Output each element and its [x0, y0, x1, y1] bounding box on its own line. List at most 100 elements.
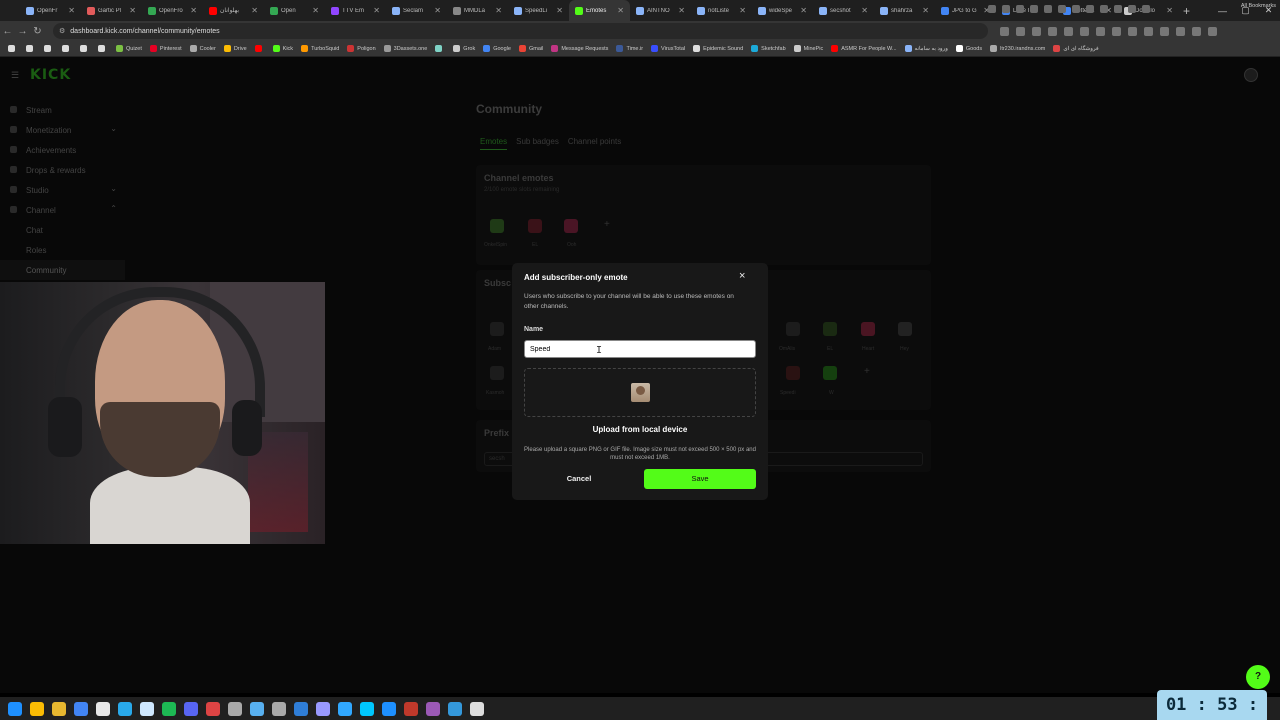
close-tab-icon[interactable]: ✕ [251, 6, 264, 15]
close-tab-icon[interactable]: ✕ [434, 6, 447, 15]
tray-icon[interactable] [1100, 5, 1108, 13]
bookmark-item[interactable]: MinePic [790, 45, 828, 52]
kick-logo[interactable]: KICK [30, 67, 71, 83]
new-tab-icon[interactable]: + [1183, 4, 1190, 18]
close-tab-icon[interactable]: ✕ [617, 6, 630, 15]
bookmark-item[interactable]: Quizet [112, 45, 146, 52]
sidebar-item-roles[interactable]: Roles [0, 240, 125, 260]
tray-icon[interactable] [1072, 5, 1080, 13]
browser-tab[interactable]: Gartic Pl ✕ [81, 0, 142, 21]
browser-tab[interactable]: Open ✕ [264, 0, 325, 21]
browser-tab[interactable]: TTV Em ✕ [325, 0, 386, 21]
extension-icon[interactable] [1176, 26, 1185, 36]
bookmark-item[interactable]: 3Dassets.one [380, 45, 432, 52]
back-icon[interactable]: ← [0, 26, 15, 37]
close-tab-icon[interactable]: ✕ [495, 6, 508, 15]
all-bookmarks-link[interactable]: All Bookmarks [1241, 3, 1276, 9]
browser-tab[interactable]: OpenFr ✕ [20, 0, 81, 21]
taskbar-app-icon[interactable] [118, 701, 132, 716]
bookmark-item[interactable]: TurboSquid [297, 45, 343, 52]
emote-thumbnail[interactable] [861, 322, 875, 336]
emote-thumbnail[interactable] [786, 366, 800, 380]
browser-tab[interactable]: OpenFro ✕ [142, 0, 203, 21]
tray-icon[interactable] [1128, 5, 1136, 13]
bookmark-item[interactable]: ltr230.irandns.com [986, 45, 1049, 52]
help-chat-button[interactable]: ? [1246, 665, 1270, 689]
extension-icon[interactable] [1032, 26, 1041, 36]
save-button[interactable]: Save [644, 469, 756, 489]
tray-icon[interactable] [1002, 5, 1010, 13]
taskbar-app-icon[interactable] [162, 701, 176, 716]
taskbar-app-icon[interactable] [316, 701, 330, 716]
bookmark-item[interactable]: ورود به سامانه [901, 45, 952, 52]
taskbar-app-icon[interactable] [52, 701, 66, 716]
sidebar-item-stream[interactable]: Stream [0, 100, 125, 120]
taskbar-app-icon[interactable] [404, 701, 418, 716]
bookmark-item[interactable]: Google [479, 45, 515, 52]
emote-thumbnail[interactable] [898, 322, 912, 336]
browser-tab[interactable]: JPG to G ✕ [935, 0, 996, 21]
browser-tab[interactable]: بهلوانان ✕ [203, 0, 264, 21]
emote-name-input[interactable] [524, 340, 756, 358]
close-tab-icon[interactable]: ✕ [739, 6, 752, 15]
extension-icon[interactable] [1128, 26, 1137, 36]
bookmark-item[interactable]: Poligon [343, 45, 379, 52]
close-tab-icon[interactable]: ✕ [800, 6, 813, 15]
bookmark-item[interactable]: Sketchfab [747, 45, 789, 52]
tray-icon[interactable] [1114, 5, 1122, 13]
tray-icon[interactable] [1058, 5, 1066, 13]
emote-thumbnail[interactable] [490, 366, 504, 380]
bookmark-item[interactable]: Pinterest [146, 45, 186, 52]
extension-icon[interactable] [1144, 26, 1153, 36]
taskbar-app-icon[interactable] [184, 701, 198, 716]
taskbar-app-icon[interactable] [96, 701, 110, 716]
site-info-icon[interactable]: ⚙ [59, 27, 65, 35]
close-tab-icon[interactable]: ✕ [373, 6, 386, 15]
tab-sub-badges[interactable]: Sub badges [516, 137, 559, 150]
extension-icon[interactable] [1064, 26, 1073, 36]
menu-dots-icon[interactable] [1208, 26, 1217, 36]
close-icon[interactable]: × [739, 270, 745, 282]
browser-tab[interactable]: SpeedLi ✕ [508, 0, 569, 21]
bookmark-item[interactable] [22, 45, 40, 52]
emote-thumbnail[interactable] [528, 219, 542, 233]
browser-tab[interactable]: secshot ✕ [813, 0, 874, 21]
add-emote-icon[interactable]: + [864, 366, 870, 377]
bookmark-item[interactable]: VirusTotal [647, 45, 689, 52]
taskbar-app-icon[interactable] [338, 701, 352, 716]
taskbar-app-icon[interactable] [228, 701, 242, 716]
bookmark-item[interactable]: فروشگاه ای ای [1049, 45, 1102, 52]
close-tab-icon[interactable]: ✕ [861, 6, 874, 15]
taskbar-app-icon[interactable] [294, 701, 308, 716]
upload-dropzone[interactable] [524, 368, 756, 417]
sidebar-item-achievements[interactable]: Achievements [0, 140, 125, 160]
browser-tab[interactable]: Emotes ✕ [569, 0, 630, 21]
close-tab-icon[interactable]: ✕ [556, 6, 569, 15]
taskbar-app-icon[interactable] [448, 701, 462, 716]
bookmark-item[interactable]: Kick [269, 45, 297, 52]
tray-icon[interactable] [1044, 5, 1052, 13]
extension-icon[interactable] [1080, 26, 1089, 36]
bookmark-item[interactable] [76, 45, 94, 52]
bookmark-item[interactable]: Grok [449, 45, 479, 52]
bookmark-item[interactable]: Gmail [515, 45, 547, 52]
taskbar-app-icon[interactable] [470, 701, 484, 716]
extension-icon[interactable] [1048, 26, 1057, 36]
chevron-icon[interactable]: ⌄ [110, 184, 117, 193]
close-tab-icon[interactable]: ✕ [312, 6, 325, 15]
search-icon[interactable] [30, 701, 44, 716]
browser-tab[interactable]: AINTNO ✕ [630, 0, 691, 21]
taskbar-app-icon[interactable] [74, 701, 88, 716]
taskbar-app-icon[interactable] [250, 701, 264, 716]
sidebar-item-chat[interactable]: Chat [0, 220, 125, 240]
bookmark-item[interactable]: Drive [220, 45, 251, 52]
bookmark-item[interactable] [94, 45, 112, 52]
close-tab-icon[interactable]: ✕ [68, 6, 81, 15]
bookmark-item[interactable] [58, 45, 76, 52]
tray-icon[interactable] [1030, 5, 1038, 13]
bookmark-item[interactable] [40, 45, 58, 52]
browser-tab[interactable]: MMDLa ✕ [447, 0, 508, 21]
emote-thumbnail[interactable] [490, 322, 504, 336]
close-tab-icon[interactable]: ✕ [922, 6, 935, 15]
bookmark-item[interactable]: Goods [952, 45, 986, 52]
